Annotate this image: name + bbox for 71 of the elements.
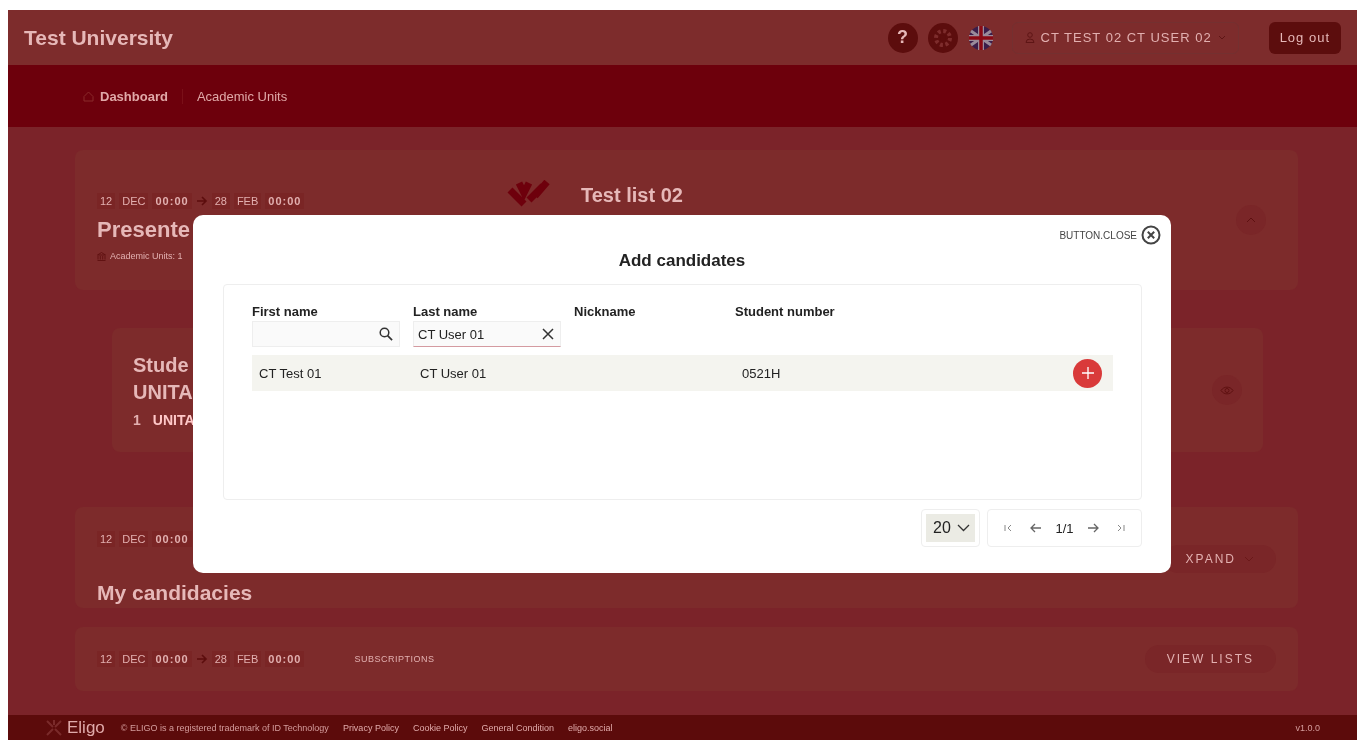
close-button[interactable]: BUTTON.CLOSE: [1057, 223, 1163, 247]
chevron-up-icon: [1246, 217, 1256, 223]
column-header: First name: [252, 304, 319, 319]
flag-icon[interactable]: [967, 24, 994, 51]
arrow-icon: [195, 196, 208, 206]
column-header: Last name: [413, 304, 479, 319]
date-time: 00:00: [265, 193, 305, 209]
date-day: 12: [97, 651, 116, 667]
clear-icon[interactable]: [542, 328, 554, 340]
date-month: DEC: [119, 651, 149, 667]
next-page-icon: [1087, 523, 1100, 533]
view-lists-button[interactable]: VIEW LISTS: [1144, 645, 1276, 673]
date-day: 12: [97, 193, 116, 209]
unit-label: UNITA: [152, 412, 195, 428]
section-label: SUBSCRIPTIONS: [354, 654, 435, 664]
date-time: 00:00: [152, 193, 192, 209]
home-icon: [83, 90, 94, 102]
first-page-icon: [1001, 523, 1014, 533]
site-title: Test University: [24, 25, 174, 50]
date-time: 00:00: [152, 651, 192, 667]
search-icon: [379, 327, 393, 341]
table-cell-text: CT Test 01: [259, 365, 323, 381]
version-text: v1.0.0: [1295, 722, 1320, 733]
date-month: FEB: [233, 193, 262, 209]
list-name: Test list 02: [581, 183, 683, 207]
eye-icon: [1220, 385, 1234, 395]
breadcrumb-link[interactable]: Academic Units: [196, 88, 302, 104]
previous-page-icon: [1029, 523, 1042, 533]
footer-link[interactable]: eligo.social: [567, 722, 613, 733]
arrow-icon: [195, 654, 208, 664]
unit-count: 1: [133, 412, 141, 428]
column-header: Nickname: [574, 304, 637, 319]
logout-button[interactable]: Log out: [1268, 21, 1341, 54]
filter-field[interactable]: CT User 01: [413, 321, 561, 347]
card-title: My candidacies: [97, 581, 254, 605]
footer-link[interactable]: Cookie Policy: [412, 722, 468, 733]
dialog-title: Add candidates: [618, 251, 746, 271]
add-button[interactable]: [1073, 358, 1102, 388]
plus-icon: [1081, 367, 1094, 379]
date-day: 28: [211, 193, 230, 209]
chevron-down-icon: [1217, 35, 1226, 40]
date-day: 12: [97, 531, 116, 547]
date-month: FEB: [233, 651, 262, 667]
card-title: UNITA: [133, 380, 194, 405]
table-cell-text: 0521H: [742, 365, 782, 381]
page-indicator: 1/1: [1055, 520, 1074, 536]
page-size-select[interactable]: 20: [926, 514, 975, 542]
breadcrumb-link[interactable]: Dashboard: [83, 88, 183, 104]
card-title: Stude: [133, 353, 190, 378]
close-icon: [1141, 225, 1161, 245]
footer-link[interactable]: Privacy Policy: [342, 722, 399, 733]
last-page-icon: [1115, 523, 1128, 533]
filter-field[interactable]: [252, 321, 400, 347]
help-button[interactable]: ?: [887, 22, 918, 53]
chevron-down-icon: [957, 524, 970, 532]
column-header: Student number: [735, 304, 836, 319]
date-month: DEC: [119, 193, 149, 209]
user-menu-button[interactable]: CT TEST 02 CT USER 02: [1011, 21, 1239, 54]
date-time: 00:00: [265, 651, 305, 667]
table-cell-text: CT User 01: [420, 365, 488, 381]
card-title: Presente: [97, 217, 191, 243]
date-month: DEC: [119, 531, 149, 547]
logo-icon: [45, 718, 63, 737]
bank-icon: [97, 251, 106, 261]
copyright-text: © ELIGO is a registered trademark of ID Technology: [120, 722, 329, 733]
user-icon: [1024, 32, 1035, 43]
brand-name: Eligo: [67, 717, 105, 738]
footer-link[interactable]: General Condition: [481, 722, 554, 733]
date-time: 00:00: [152, 531, 192, 547]
units-count: Academic Units: 1: [110, 251, 183, 261]
date-day: 28: [211, 651, 230, 667]
